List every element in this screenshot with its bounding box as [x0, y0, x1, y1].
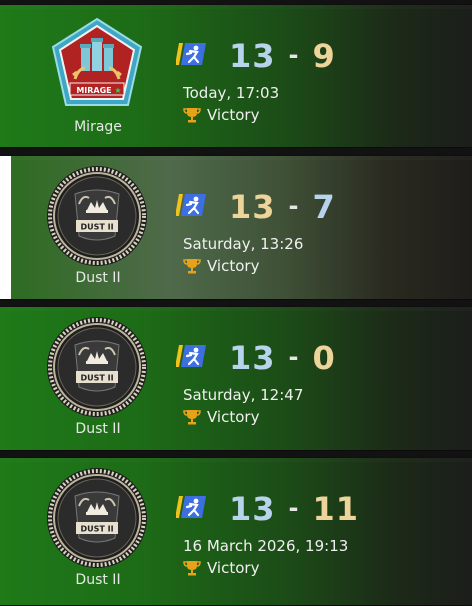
dust2-emblem-icon: DUST II: [47, 166, 147, 266]
score-separator: -: [288, 192, 300, 220]
map-name: Dust II: [75, 270, 121, 286]
match-card-dust2[interactable]: DUST II Dust II 13-11 16 March 2026, 19:…: [0, 457, 472, 606]
match-result: Victory: [183, 408, 259, 426]
svg-text:★: ★: [114, 86, 121, 95]
match-result: Victory: [183, 257, 259, 275]
trophy-icon: [183, 108, 201, 123]
match-card-mirage[interactable]: MIRAGE ★ Mirage 13-9 Today, 17:03 Victor…: [0, 4, 472, 148]
score-separator: -: [288, 343, 300, 371]
emblem-label: DUST II: [80, 223, 113, 232]
result-label: Victory: [207, 559, 260, 577]
match-date: 16 March 2026, 19:13: [183, 537, 349, 555]
map-name: Dust II: [75, 421, 121, 437]
competitive-mode-icon: [176, 194, 206, 216]
trophy-icon: [183, 259, 201, 274]
match-card-dust2-selected[interactable]: DUST II Dust II 13-7 Saturday, 13:26 Vic…: [0, 155, 472, 300]
score-left: 13: [229, 188, 276, 226]
score-right: 0: [312, 339, 336, 377]
emblem-label: DUST II: [80, 374, 113, 383]
result-label: Victory: [207, 408, 260, 426]
match-result: Victory: [183, 106, 259, 124]
match-date: Today, 17:03: [183, 84, 280, 102]
score-separator: -: [288, 494, 300, 522]
score-separator: -: [288, 41, 300, 69]
trophy-icon: [183, 410, 201, 425]
trophy-icon: [183, 561, 201, 576]
score-right: 7: [312, 188, 336, 226]
map-name: Dust II: [75, 572, 121, 588]
score-left: 13: [229, 339, 276, 377]
score-right: 11: [312, 490, 360, 528]
match-date: Saturday, 13:26: [183, 235, 304, 253]
dust2-emblem-icon: DUST II: [47, 468, 147, 568]
match-date: Saturday, 12:47: [183, 386, 304, 404]
match-score: 13-7: [229, 186, 336, 226]
emblem-label: MIRAGE: [76, 86, 111, 95]
score-right: 9: [312, 37, 336, 75]
result-label: Victory: [207, 257, 260, 275]
match-score: 13-11: [229, 488, 359, 528]
score-left: 13: [229, 490, 276, 528]
match-result: Victory: [183, 559, 259, 577]
match-card-dust2[interactable]: DUST II Dust II 13-0 Saturday, 12:47 Vic…: [0, 306, 472, 451]
emblem-label: DUST II: [80, 525, 113, 534]
match-score: 13-9: [229, 35, 336, 75]
competitive-mode-icon: [176, 496, 206, 518]
mirage-emblem-icon: MIRAGE ★: [51, 17, 143, 106]
competitive-mode-icon: [176, 43, 206, 65]
score-left: 13: [229, 37, 276, 75]
match-score: 13-0: [229, 337, 336, 377]
match-history-list: MIRAGE ★ Mirage 13-9 Today, 17:03 Victor…: [0, 0, 472, 606]
map-name: Mirage: [74, 119, 122, 135]
result-label: Victory: [207, 106, 260, 124]
dust2-emblem-icon: DUST II: [47, 317, 147, 417]
competitive-mode-icon: [176, 345, 206, 367]
selection-indicator: [0, 156, 11, 299]
